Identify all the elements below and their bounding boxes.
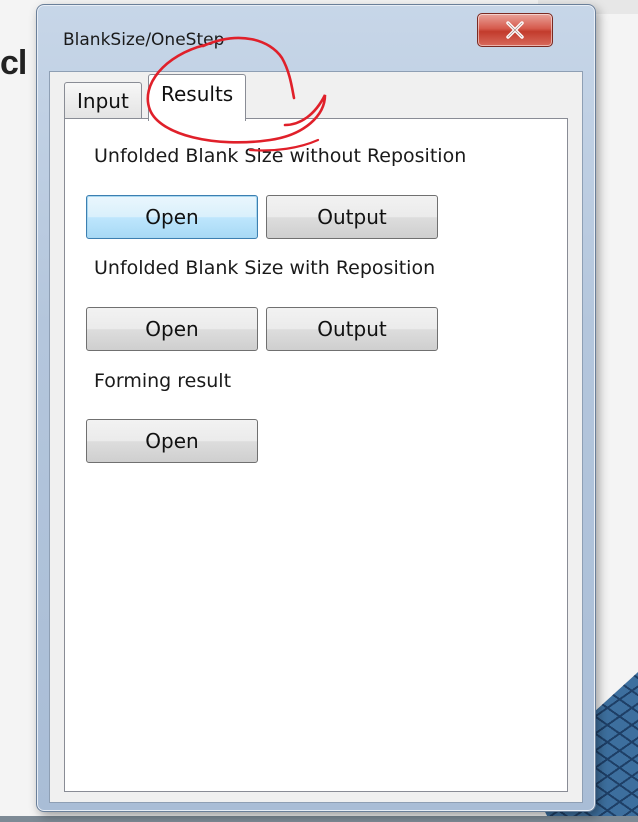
section-label-with-reposition: Unfolded Blank Size with Reposition — [94, 257, 436, 279]
output-with-reposition-button[interactable]: Output — [266, 307, 438, 351]
dialog-client-area: Input Results Unfolded Blank Size withou… — [49, 71, 583, 803]
close-button[interactable] — [477, 13, 553, 47]
background-title-fragment: cl — [0, 44, 27, 82]
section-label-without-reposition: Unfolded Blank Size without Reposition — [94, 145, 467, 167]
output-without-reposition-button[interactable]: Output — [266, 195, 438, 239]
open-forming-result-button[interactable]: Open — [86, 419, 258, 463]
close-x-icon — [506, 21, 524, 39]
tab-results-label: Results — [161, 82, 234, 106]
window-title: BlankSize/OneStep — [63, 30, 225, 50]
section-label-forming-result: Forming result — [94, 370, 232, 392]
blanksize-dialog: BlankSize/OneStep Input Results Unfolded… — [36, 4, 596, 812]
tab-input[interactable]: Input — [64, 82, 142, 119]
background-status-bar — [0, 816, 638, 822]
tab-input-label: Input — [77, 89, 129, 113]
tab-results[interactable]: Results — [148, 74, 247, 121]
title-bar[interactable]: BlankSize/OneStep — [37, 5, 595, 50]
open-without-reposition-button[interactable]: Open — [86, 195, 258, 239]
open-with-reposition-button[interactable]: Open — [86, 307, 258, 351]
results-panel: Unfolded Blank Size without Reposition O… — [64, 118, 568, 792]
